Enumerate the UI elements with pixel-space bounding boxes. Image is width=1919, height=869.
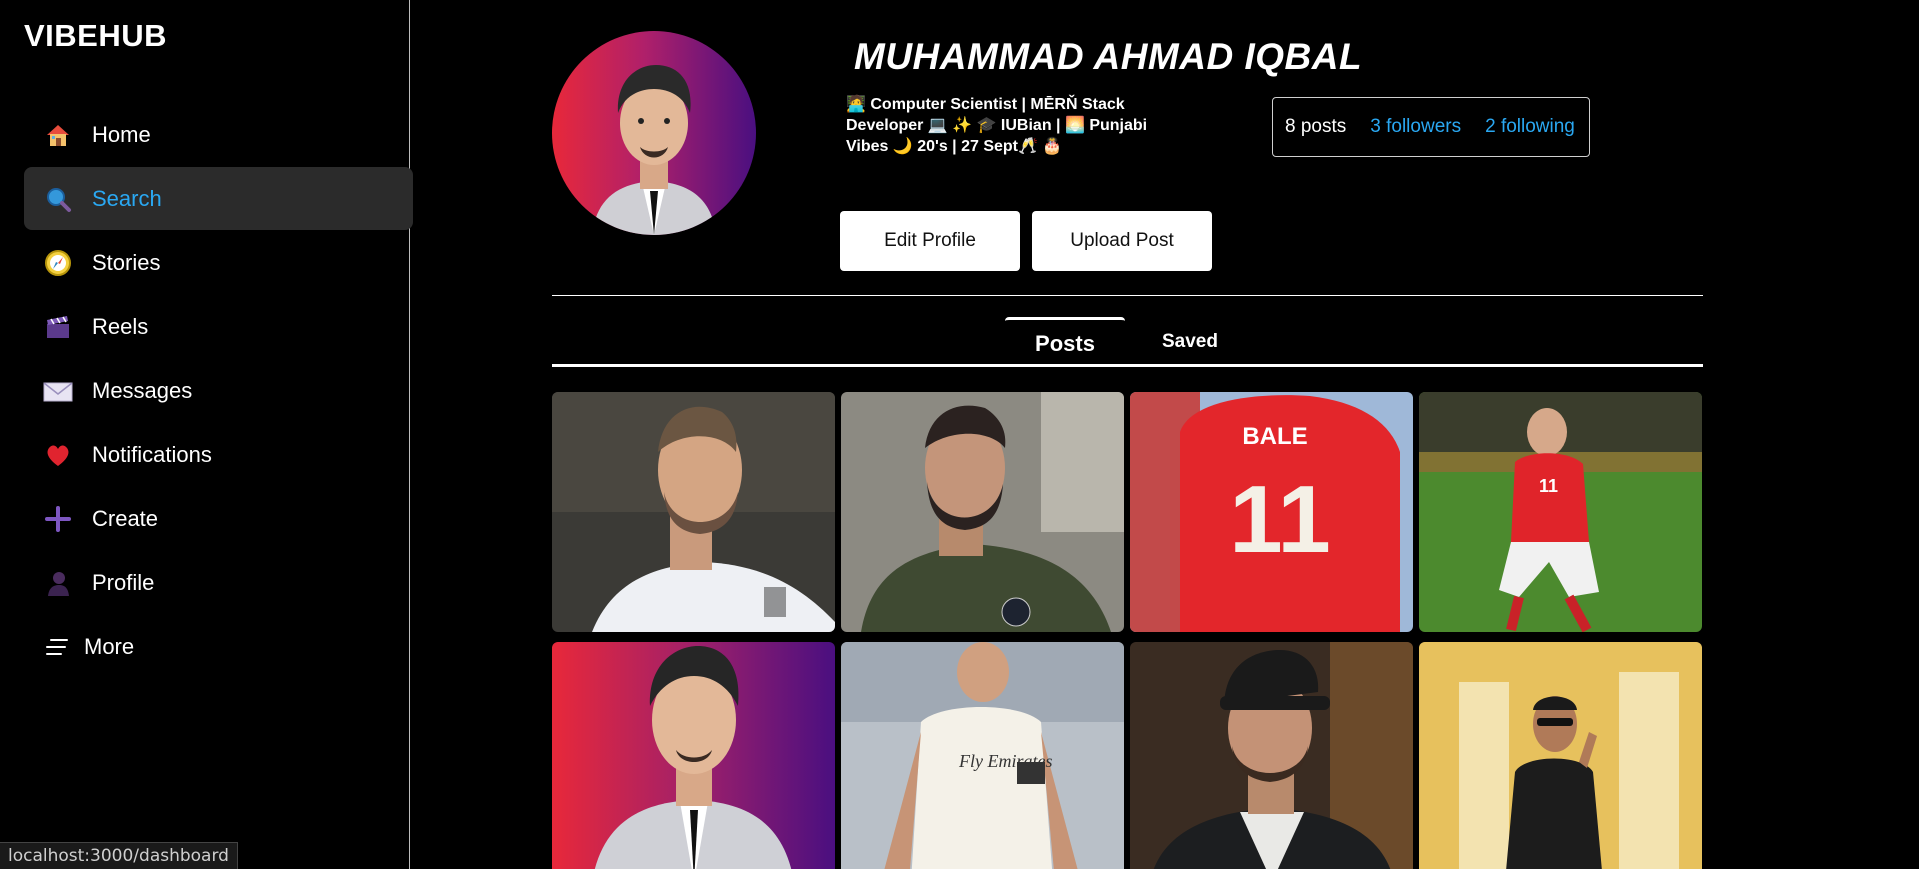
post-thumbnail[interactable] xyxy=(841,392,1124,632)
post-thumbnail[interactable]: 11 xyxy=(1419,392,1702,632)
sidebar-item-profile[interactable]: Profile xyxy=(24,551,413,614)
post-thumbnail[interactable]: BALE 11 xyxy=(1130,392,1413,632)
person-icon xyxy=(42,567,74,599)
profile-stats: 8 posts 3 followers 2 following xyxy=(1272,97,1590,157)
sidebar-item-home[interactable]: Home xyxy=(24,103,413,166)
profile-bio: 🧑‍💻 Computer Scientist | MĒRŇ Stack Deve… xyxy=(846,96,1148,155)
tabs-divider xyxy=(552,364,1703,367)
tab-saved[interactable]: Saved xyxy=(1145,317,1235,367)
jersey-number-text: 11 xyxy=(1539,476,1558,496)
profile-name: MUHAMMAD AHMAD IQBAL xyxy=(854,36,1363,77)
sidebar-item-label: Reels xyxy=(92,313,149,339)
post-thumbnail[interactable] xyxy=(1419,642,1702,869)
sidebar: VIBEHUB Home Search Stories Reels Messag… xyxy=(0,0,413,869)
house-icon xyxy=(42,119,74,151)
sidebar-item-label: Home xyxy=(92,121,151,147)
clapper-icon xyxy=(42,311,74,343)
envelope-icon xyxy=(42,375,74,407)
posts-count: 8 posts xyxy=(1285,116,1347,137)
app-logo[interactable]: VIBEHUB xyxy=(24,18,167,54)
sidebar-nav: Home Search Stories Reels Messages Notif… xyxy=(24,103,413,679)
sidebar-item-label: Stories xyxy=(92,249,161,275)
plus-icon xyxy=(42,503,74,535)
post-thumbnail[interactable] xyxy=(1130,642,1413,869)
sidebar-item-stories[interactable]: Stories xyxy=(24,231,413,294)
heart-icon xyxy=(42,439,74,471)
sidebar-item-search[interactable]: Search xyxy=(24,167,413,230)
profile-avatar[interactable] xyxy=(552,31,756,235)
hamburger-icon xyxy=(40,631,72,663)
jersey-number-text: 11 xyxy=(1229,466,1330,573)
compass-icon xyxy=(42,247,74,279)
tab-posts[interactable]: Posts xyxy=(1005,317,1125,367)
sidebar-item-notifications[interactable]: Notifications xyxy=(24,423,413,486)
sidebar-item-label: Profile xyxy=(92,569,155,595)
followers-link[interactable]: 3 followers xyxy=(1370,116,1461,138)
upload-post-button[interactable]: Upload Post xyxy=(1032,211,1212,271)
sidebar-item-label: Notifications xyxy=(92,441,212,467)
header-divider xyxy=(552,295,1703,296)
jersey-sponsor-text: Fly Emirates xyxy=(958,751,1052,771)
sidebar-item-more[interactable]: More xyxy=(24,615,413,678)
post-thumbnail[interactable] xyxy=(552,392,835,632)
jersey-name-text: BALE xyxy=(1242,423,1307,450)
sidebar-item-label: Messages xyxy=(92,377,193,403)
post-thumbnail[interactable]: Fly Emirates xyxy=(841,642,1124,869)
browser-status-url: localhost:3000/dashboard xyxy=(0,842,238,869)
posts-grid: BALE 11 11 Fly Emirates xyxy=(552,392,1703,869)
sidebar-item-reels[interactable]: Reels xyxy=(24,295,413,358)
following-link[interactable]: 2 following xyxy=(1485,116,1575,138)
sidebar-item-create[interactable]: Create xyxy=(24,487,413,550)
sidebar-item-label: Create xyxy=(92,505,159,531)
sidebar-item-label: More xyxy=(84,633,135,659)
magnifier-icon xyxy=(42,183,74,215)
edit-profile-button[interactable]: Edit Profile xyxy=(840,211,1020,271)
sidebar-item-messages[interactable]: Messages xyxy=(24,359,413,422)
sidebar-item-label: Search xyxy=(92,185,162,211)
post-thumbnail[interactable] xyxy=(552,642,835,869)
